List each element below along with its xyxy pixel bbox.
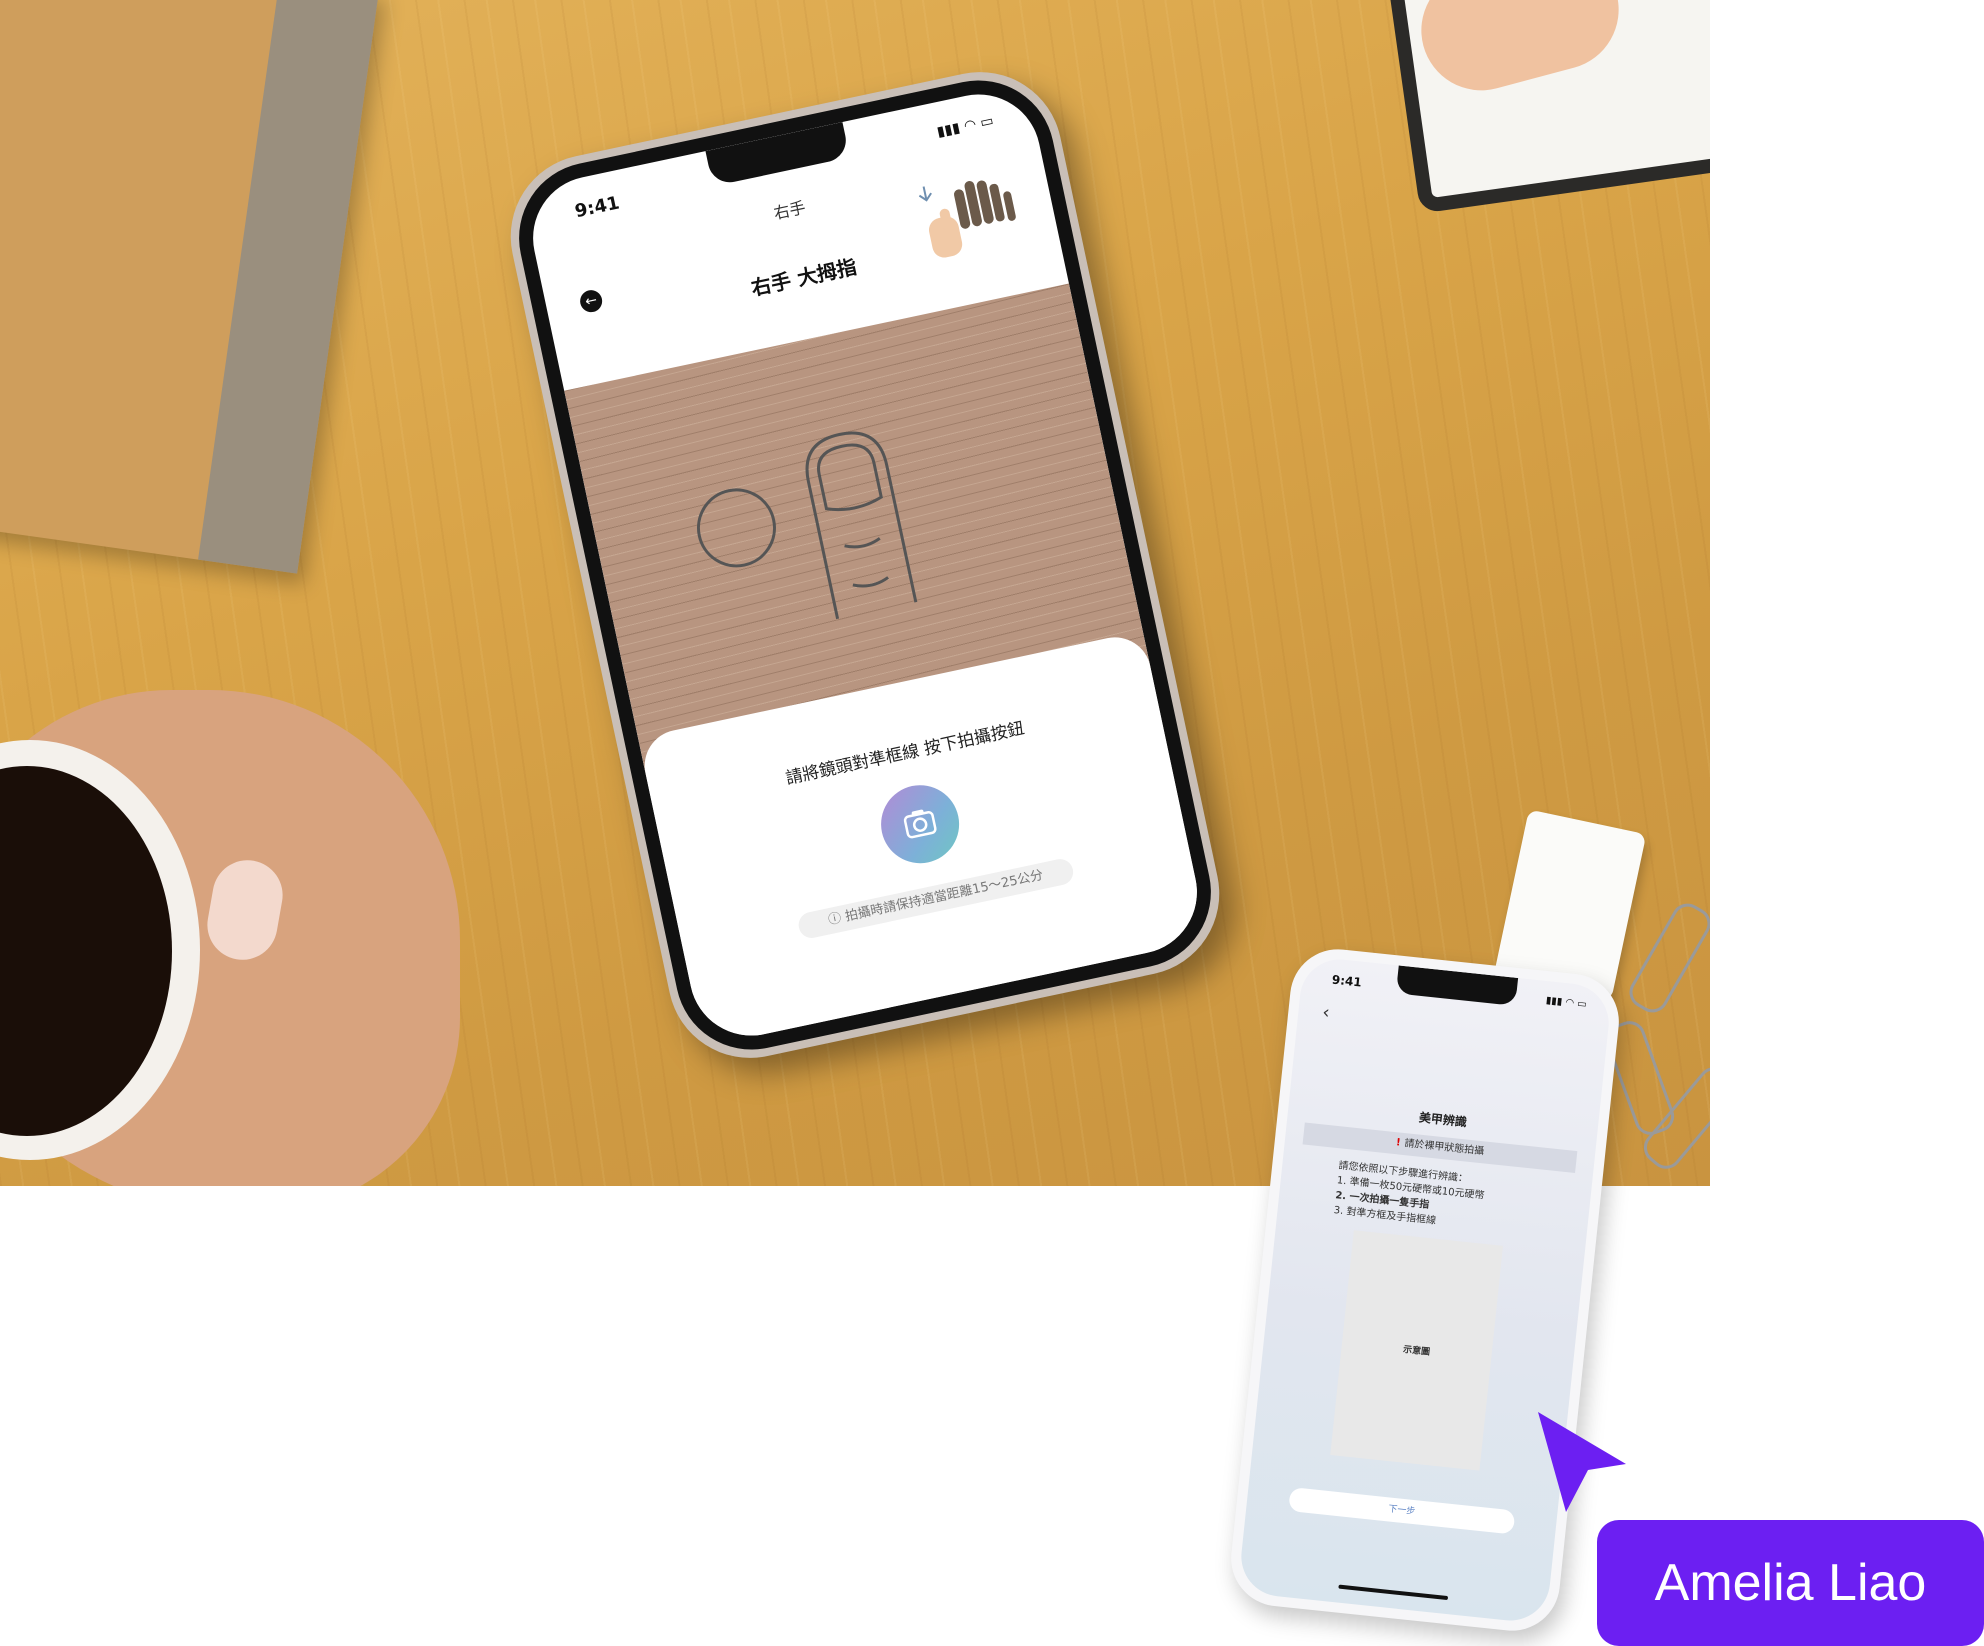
chevron-left-icon[interactable]: ‹ (1321, 1002, 1330, 1024)
guide-frame (696, 431, 918, 620)
warning-text: 請於裸甲狀態拍攝 (1403, 1138, 1485, 1158)
signal-icon: ▮▮▮ (1545, 995, 1563, 1008)
status-icons: ▮▮▮ ◠ ▭ (1545, 995, 1587, 1010)
battery-icon: ▭ (1576, 998, 1588, 1011)
next-button[interactable]: 下一步 (1288, 1487, 1516, 1535)
signal-icon: ▮▮▮ (935, 119, 962, 141)
second-phone-mockup: 9:41 ▮▮▮ ◠ ▭ ‹ 美甲辨識 ! 請於裸甲狀態拍攝 請您依照以下步驟進行… (1226, 944, 1624, 1636)
shutter-button[interactable] (873, 777, 967, 871)
home-indicator (1338, 1584, 1449, 1601)
finger-guide-outline (805, 431, 918, 620)
status-time: 9:41 (573, 192, 622, 223)
pointer-cursor-icon (1538, 1412, 1626, 1512)
status-time: 9:41 (1331, 972, 1363, 990)
camera-icon (903, 809, 937, 839)
example-label: 示意圖 (1402, 1345, 1431, 1358)
example-image-placeholder: 示意圖 (1330, 1230, 1504, 1471)
nail-guide-outline (817, 443, 883, 512)
instruction-steps: 請您依照以下步驟進行辨識： 1. 準備一枚50元硬幣或10元硬幣 2. 一次拍攝… (1333, 1158, 1487, 1233)
coin-guide-circle (696, 488, 776, 568)
name-tag: Amelia Liao (1597, 1520, 1984, 1646)
battery-icon: ▭ (978, 112, 996, 132)
warning-icon: ! (1395, 1137, 1402, 1149)
status-icons: ▮▮▮ ◠ ▭ (936, 113, 996, 141)
wifi-icon: ◠ (1564, 997, 1575, 1009)
wifi-icon: ◠ (962, 116, 978, 135)
